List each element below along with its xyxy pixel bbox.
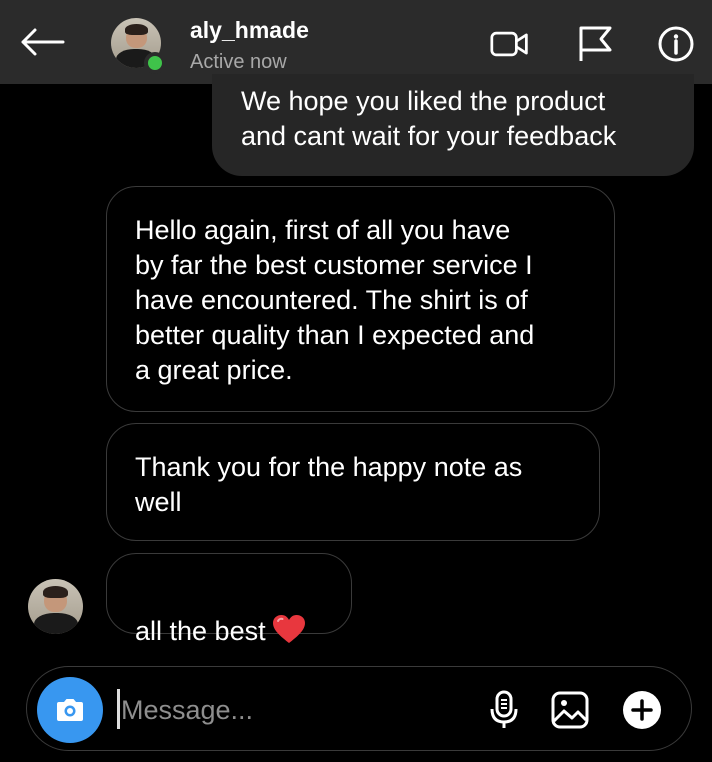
message-bubble-outgoing[interactable]: We hope you liked the product and cant w… (212, 74, 694, 176)
message-text: all the best (135, 616, 266, 646)
video-call-button[interactable] (490, 24, 530, 64)
info-icon (658, 26, 694, 62)
gallery-icon (551, 691, 589, 729)
sender-avatar[interactable] (28, 579, 83, 634)
voice-message-button[interactable] (482, 688, 526, 732)
info-button[interactable] (656, 24, 696, 64)
text-cursor (117, 689, 120, 729)
active-status: Active now (190, 51, 287, 73)
username[interactable]: aly_hmade (190, 17, 309, 44)
gallery-button[interactable] (548, 688, 592, 732)
plus-icon (623, 691, 661, 729)
red-heart-emoji (272, 614, 306, 653)
more-options-button[interactable] (620, 688, 664, 732)
flag-icon (579, 26, 612, 61)
message-bubble-incoming[interactable]: Thank you for the happy note as well (106, 423, 600, 541)
back-button[interactable] (18, 22, 66, 62)
camera-button[interactable] (37, 677, 103, 743)
message-bubble-incoming[interactable]: Hello again, first of all you have by fa… (106, 186, 615, 412)
video-call-icon (490, 31, 528, 57)
message-bubble-incoming[interactable]: all the best (106, 553, 352, 646)
arrow-left-icon (21, 28, 65, 56)
microphone-icon (490, 690, 518, 728)
message-input[interactable] (121, 690, 441, 730)
chat-header: aly_hmade Active now (0, 0, 712, 84)
report-button[interactable] (575, 24, 615, 64)
camera-icon (57, 699, 83, 721)
online-indicator (144, 52, 166, 74)
